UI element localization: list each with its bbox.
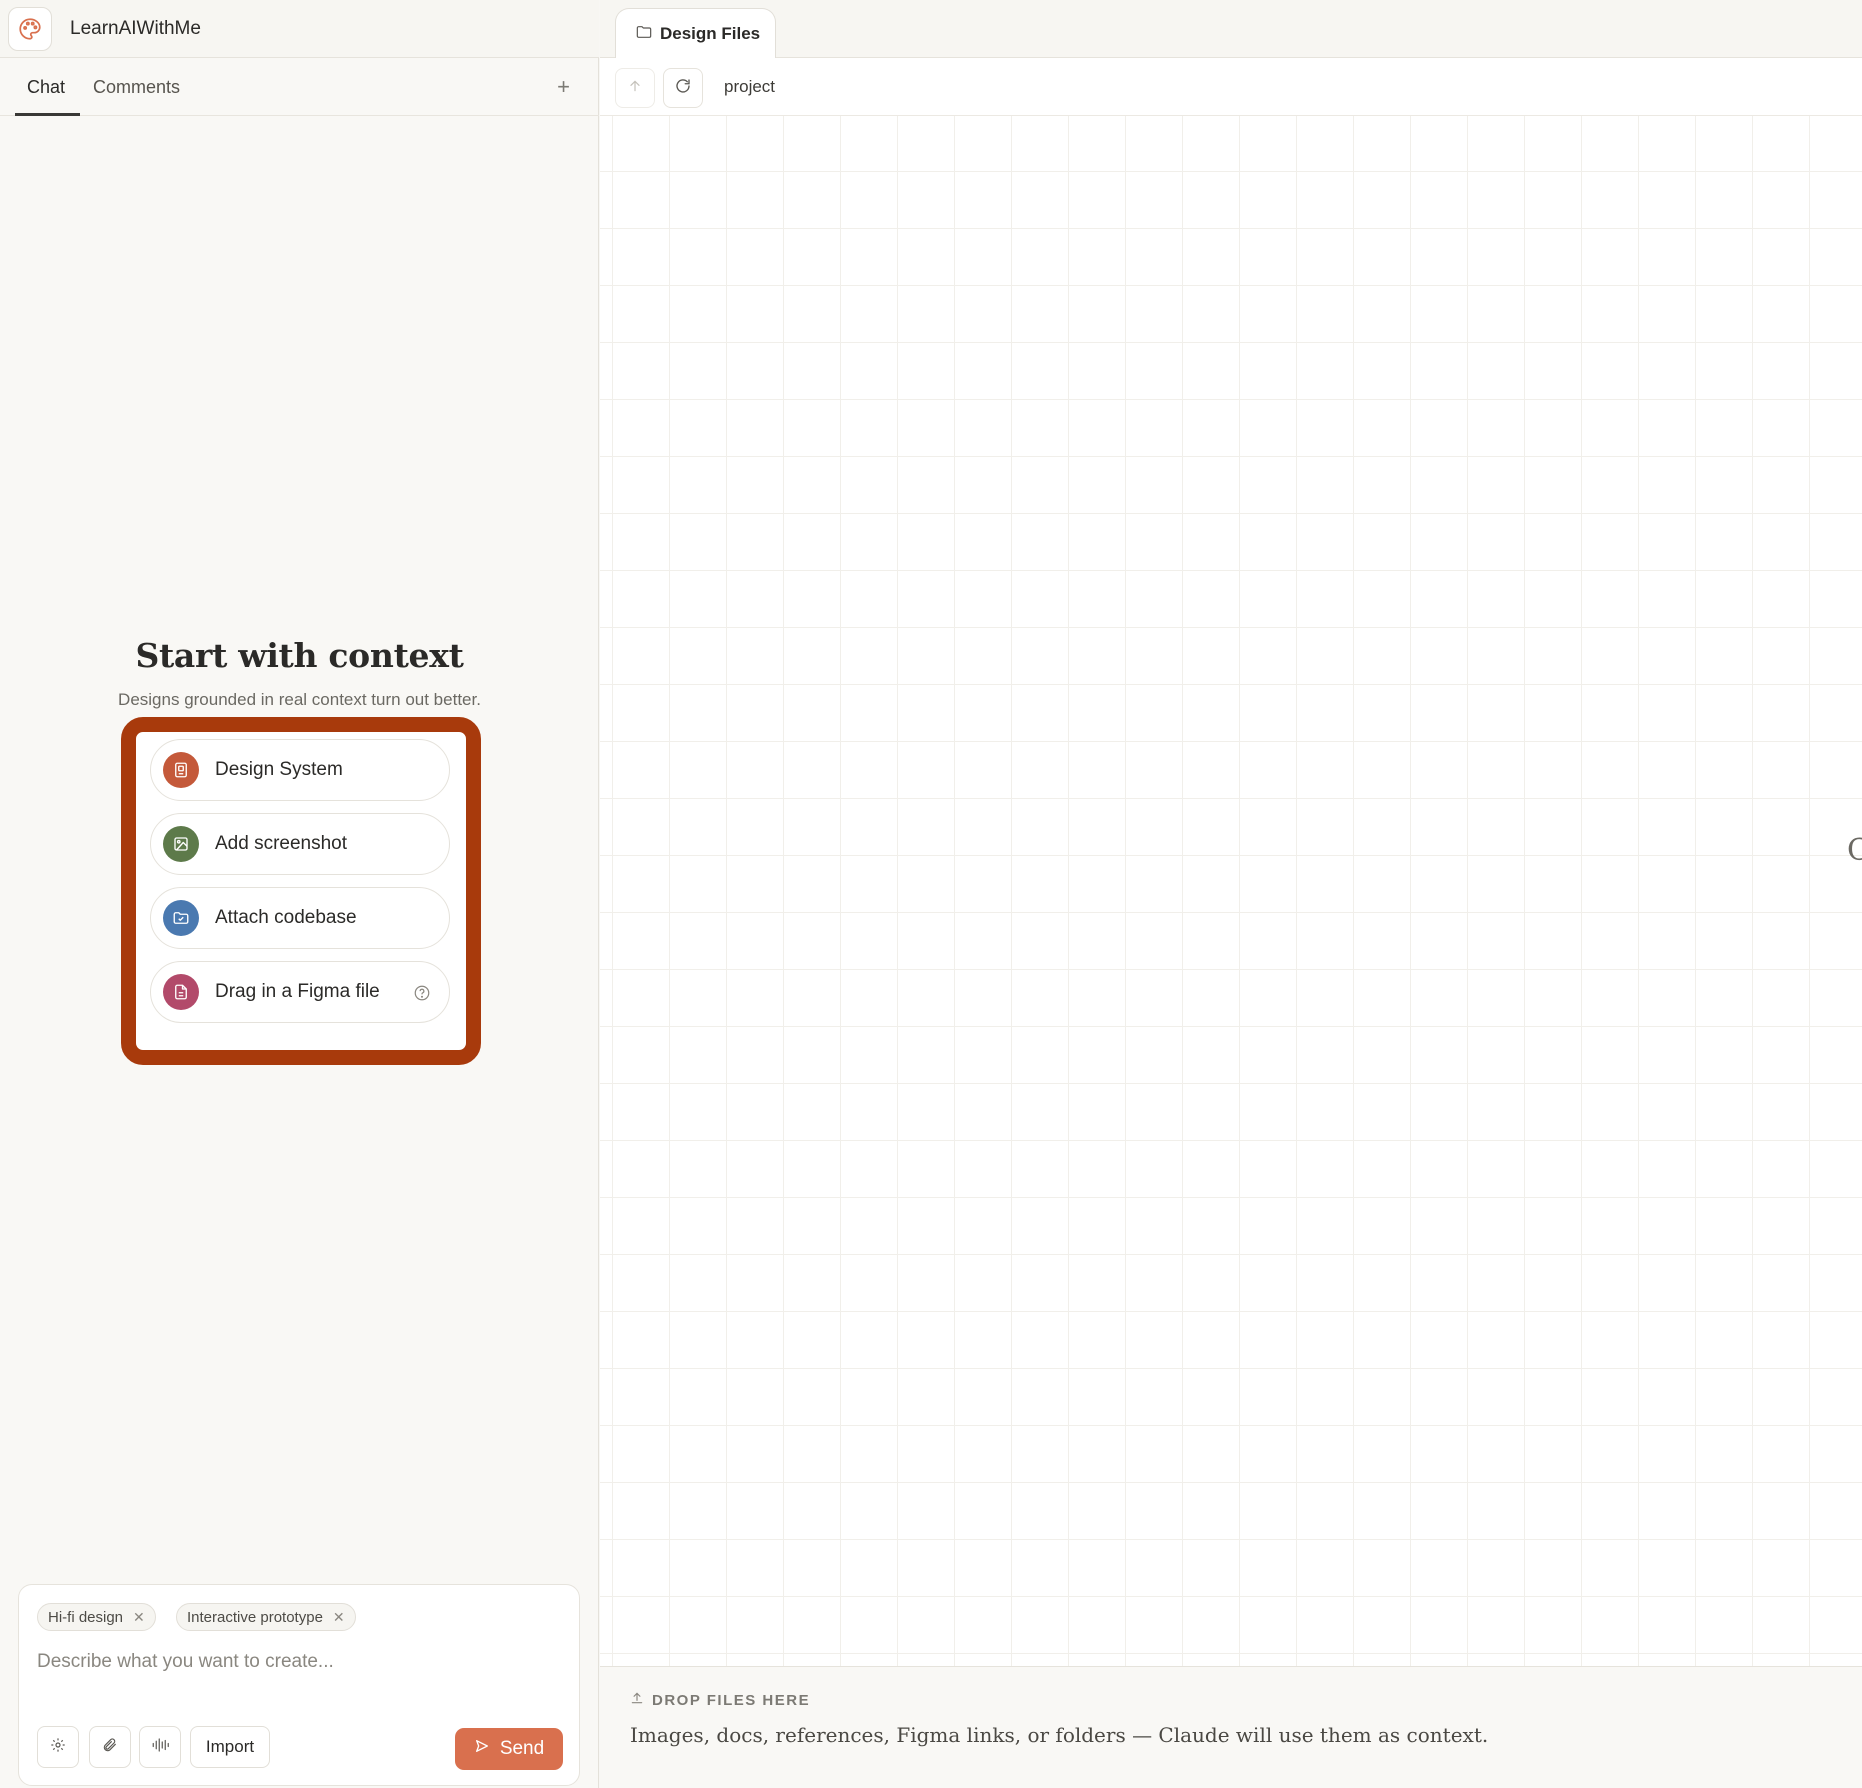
drop-zone[interactable]: DROP FILES HERE Images, docs, references…: [600, 1666, 1862, 1788]
drop-heading: DROP FILES HERE: [630, 1691, 810, 1709]
design-system-label: Design System: [215, 759, 343, 780]
chip-interactive-prototype[interactable]: Interactive prototype ✕: [176, 1603, 356, 1631]
folder-icon: [636, 24, 660, 44]
close-icon[interactable]: ✕: [333, 1609, 345, 1626]
palette-icon[interactable]: [8, 6, 52, 51]
image-icon: [163, 826, 199, 862]
chat-panel: LearnAIWithMe Chat Comments + Start with…: [0, 0, 599, 1788]
design-system-icon: [163, 752, 199, 788]
send-icon: [474, 1738, 500, 1760]
file-icon: [163, 974, 199, 1010]
voice-button[interactable]: [139, 1726, 181, 1768]
refresh-button[interactable]: [663, 68, 703, 108]
attach-button[interactable]: [89, 1726, 131, 1768]
clipped-canvas-text: C: [1847, 833, 1862, 868]
add-screenshot-button[interactable]: Add screenshot: [150, 813, 450, 875]
design-system-button[interactable]: Design System: [150, 739, 450, 801]
paperclip-icon: [102, 1737, 118, 1758]
active-tab-indicator: [15, 113, 80, 116]
chip-hifi-design[interactable]: Hi-fi design ✕: [37, 1603, 156, 1631]
send-label: Send: [499, 1738, 545, 1759]
breadcrumb[interactable]: project: [724, 58, 775, 116]
figma-file-button[interactable]: Drag in a Figma file: [150, 961, 450, 1023]
tab-chat[interactable]: Chat: [27, 58, 65, 116]
upload-icon: [630, 1691, 652, 1709]
drop-heading-label: DROP FILES HERE: [652, 1691, 811, 1709]
app-header: LearnAIWithMe: [0, 0, 599, 58]
design-files-panel: Design Files project C DROP FILES HERE I…: [600, 0, 1862, 1788]
panel-tabs: Chat Comments: [0, 58, 599, 116]
context-title: Start with context: [135, 636, 464, 675]
send-button[interactable]: Send: [455, 1728, 563, 1770]
close-icon[interactable]: ✕: [133, 1609, 145, 1626]
context-subtitle: Designs grounded in real context turn ou…: [118, 690, 481, 709]
app-title: LearnAIWithMe: [70, 17, 201, 39]
prompt-composer: Hi-fi design ✕ Interactive prototype ✕ I…: [18, 1584, 580, 1786]
up-directory-button[interactable]: [615, 68, 655, 108]
tab-design-files[interactable]: Design Files: [615, 8, 776, 59]
question-circle-icon[interactable]: [413, 984, 431, 1007]
import-label: Import: [205, 1737, 255, 1756]
tab-comments[interactable]: Comments: [93, 58, 180, 116]
arrow-up-icon: [627, 78, 643, 99]
gear-icon: [50, 1737, 66, 1758]
import-button[interactable]: Import: [190, 1726, 270, 1768]
attach-codebase-label: Attach codebase: [215, 907, 357, 928]
settings-button[interactable]: [37, 1726, 79, 1768]
add-screenshot-label: Add screenshot: [215, 833, 348, 854]
tab-label: Design Files: [660, 24, 761, 43]
chip-label: Hi-fi design: [48, 1608, 124, 1626]
audio-wave-icon: [151, 1737, 169, 1758]
attach-codebase-button[interactable]: Attach codebase: [150, 887, 450, 949]
path-toolbar: project: [600, 58, 1862, 116]
drop-description: Images, docs, references, Figma links, o…: [630, 1723, 1489, 1747]
prompt-input[interactable]: [37, 1647, 557, 1677]
refresh-icon: [674, 77, 692, 100]
folder-code-icon: [163, 900, 199, 936]
new-tab-button[interactable]: +: [557, 58, 570, 116]
chip-label: Interactive prototype: [187, 1608, 323, 1626]
files-tab-bar: Design Files: [600, 0, 1862, 59]
figma-file-label: Drag in a Figma file: [215, 981, 380, 1002]
